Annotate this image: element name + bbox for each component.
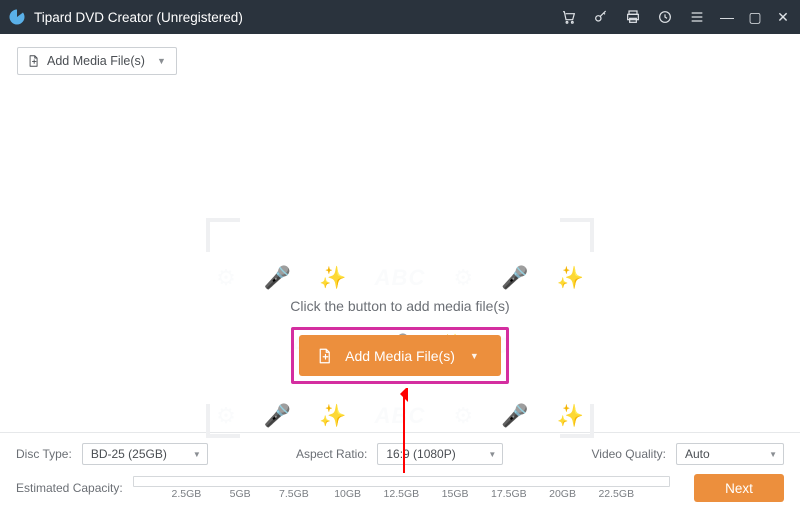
add-media-big-label: Add Media File(s) [345, 348, 455, 364]
capacity-tick: 5GB [230, 488, 251, 500]
annotation-highlight: Add Media File(s) ▼ [291, 327, 509, 384]
capacity-tick: 20GB [549, 488, 576, 500]
titlebar: Tipard DVD Creator (Unregistered) — ▢ ✕ [0, 0, 800, 34]
file-plus-icon [315, 347, 333, 365]
next-button-label: Next [725, 481, 753, 496]
window-title: Tipard DVD Creator (Unregistered) [34, 10, 243, 25]
capacity-tick: 2.5GB [172, 488, 202, 500]
estimated-capacity-label: Estimated Capacity: [16, 481, 123, 495]
maximize-button[interactable]: ▢ [746, 6, 764, 28]
video-quality-select[interactable]: Auto ▼ [676, 443, 784, 465]
close-button[interactable]: ✕ [774, 6, 792, 28]
capacity-tick: 17.5GB [491, 488, 527, 500]
chevron-down-icon: ▼ [193, 450, 201, 459]
drop-hint-text: Click the button to add media file(s) [290, 298, 509, 314]
minimize-button[interactable]: — [718, 6, 736, 28]
capacity-tick: 15GB [442, 488, 469, 500]
app-logo-icon [8, 8, 26, 26]
chevron-down-icon: ▼ [488, 450, 496, 459]
print-icon[interactable] [622, 6, 644, 28]
cart-icon[interactable] [558, 6, 580, 28]
capacity-tick: 12.5GB [384, 488, 420, 500]
add-media-small-label: Add Media File(s) [47, 54, 145, 68]
chevron-down-icon: ▼ [157, 56, 166, 66]
history-icon[interactable] [654, 6, 676, 28]
chevron-down-icon: ▼ [769, 450, 777, 459]
disc-type-value: BD-25 (25GB) [91, 447, 167, 461]
disc-type-select[interactable]: BD-25 (25GB) ▼ [82, 443, 208, 465]
capacity-tick: 10GB [334, 488, 361, 500]
key-icon[interactable] [590, 6, 612, 28]
next-button[interactable]: Next [694, 474, 784, 502]
capacity-gauge: 2.5GB 5GB 7.5GB 10GB 12.5GB 15GB 17.5GB 20GB 22.… [133, 476, 670, 501]
add-media-small-button[interactable]: Add Media File(s) ▼ [17, 47, 177, 75]
annotation-arrow-icon [395, 388, 415, 478]
drop-area: ⚙🎤✨ABC⚙🎤✨ A⚙🎤✨C ⚙🎤✨ABC⚙🎤✨ Click the butt… [0, 88, 800, 432]
aspect-ratio-label: Aspect Ratio: [296, 447, 367, 461]
disc-type-label: Disc Type: [16, 447, 72, 461]
chevron-down-icon: ▼ [470, 351, 479, 361]
add-media-big-button[interactable]: Add Media File(s) ▼ [299, 335, 501, 376]
watermark-row: ⚙🎤✨ABC⚙🎤✨ [216, 265, 584, 291]
video-quality-value: Auto [685, 447, 710, 461]
file-plus-icon [26, 54, 40, 68]
capacity-tick: 7.5GB [279, 488, 309, 500]
menu-icon[interactable] [686, 6, 708, 28]
video-quality-label: Video Quality: [592, 447, 667, 461]
capacity-tick: 22.5GB [598, 488, 634, 500]
